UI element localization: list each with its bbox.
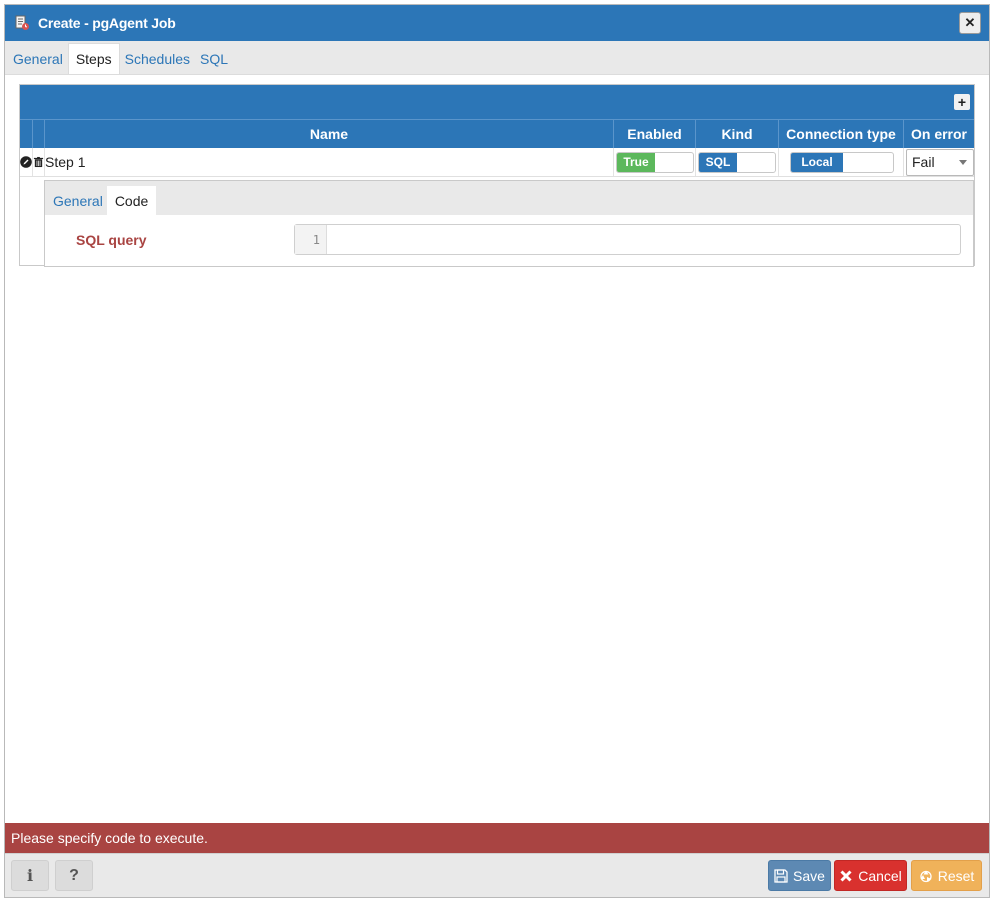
line-number-gutter: 1 [295,225,327,254]
pgagent-job-icon [15,15,29,30]
grid-header: Name Enabled Kind Connection type On err… [20,119,974,148]
step-editor-tabs: General Code [45,181,973,215]
dialog-tabs: General Steps Schedules SQL [5,41,989,75]
sql-query-input[interactable] [327,225,960,254]
trash-icon[interactable] [33,156,44,168]
kind-toggle[interactable]: SQL [698,151,776,173]
on-error-select[interactable]: Fail [906,148,974,176]
pencil-icon[interactable] [20,156,32,168]
kind-cell: SQL [695,148,778,176]
connection-type-label: Local [791,152,843,172]
close-button[interactable]: ✕ [959,12,981,34]
tab-sql[interactable]: SQL [195,44,233,74]
delete-column-header [32,120,44,148]
grid-toolbar: + [20,85,974,119]
info-button[interactable]: i [11,860,49,891]
recycle-icon [920,870,932,882]
chevron-down-icon [959,159,967,165]
steps-grid: + Name Enabled Kind Connection type On e… [19,84,975,267]
info-icon: i [26,866,34,885]
save-label: Save [793,867,825,884]
plus-icon: + [957,94,967,110]
tab-general[interactable]: General [8,44,68,74]
column-header-enabled[interactable]: Enabled [613,120,695,148]
tab-steps[interactable]: Steps [67,43,120,74]
connection-type-toggle[interactable]: Local [790,151,894,173]
kind-toggle-label: SQL [699,152,737,172]
close-icon: ✕ [964,15,976,30]
dialog-title: Create - pgAgent Job [38,15,176,31]
help-button[interactable]: ? [55,860,93,891]
edit-column-header [20,120,32,148]
error-message-bar: Please specify code to execute. [5,823,989,853]
close-icon [840,869,852,882]
help-icon: ? [69,866,79,884]
sql-query-field: SQL query 1 [45,215,973,267]
step-name-cell[interactable]: Step 1 [44,148,613,176]
delete-cell [32,148,44,176]
cancel-button[interactable]: Cancel [834,860,907,891]
subtab-code[interactable]: Code [106,186,157,215]
dialog-footer: i ? Save Cancel Reset [5,853,989,897]
sql-query-label: SQL query [76,232,147,248]
enabled-cell: True [613,148,695,176]
save-button[interactable]: Save [768,860,831,891]
tab-schedules[interactable]: Schedules [120,44,195,74]
add-step-button[interactable]: + [954,94,970,110]
on-error-value: Fail [912,154,935,170]
reset-button[interactable]: Reset [911,860,982,891]
column-header-on-error[interactable]: On error [903,120,974,148]
step-name: Step 1 [45,154,86,170]
on-error-cell: Fail [903,148,974,176]
edit-cell [20,148,32,176]
dialog-titlebar: Create - pgAgent Job ✕ [5,5,989,41]
reset-label: Reset [937,867,975,884]
enabled-toggle[interactable]: True [616,151,694,173]
cancel-label: Cancel [858,867,902,884]
error-message: Please specify code to execute. [11,830,208,846]
create-pgagent-job-dialog: Create - pgAgent Job ✕ General Steps Sch… [4,4,990,898]
sql-query-editor[interactable]: 1 [294,224,961,255]
floppy-disk-icon [774,868,788,883]
connection-type-cell: Local [778,148,903,176]
table-row: Step 1 True SQL Local Fail [20,148,974,177]
enabled-toggle-label: True [617,152,655,172]
step-editor-panel: General Code SQL query 1 [44,180,974,267]
column-header-connection-type[interactable]: Connection type [778,120,903,148]
column-header-name[interactable]: Name [44,120,613,148]
subtab-general[interactable]: General [49,187,107,215]
column-header-kind[interactable]: Kind [695,120,778,148]
